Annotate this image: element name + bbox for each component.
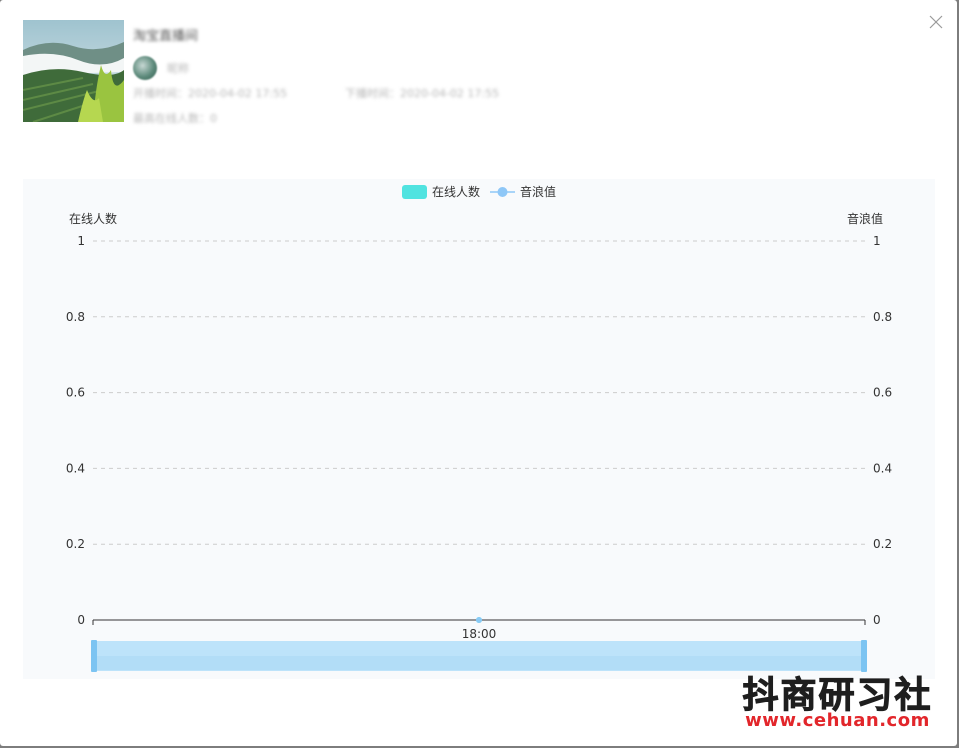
anchor-name: 昵称 bbox=[167, 62, 189, 75]
legend-swatch-online bbox=[402, 185, 427, 199]
legend-swatch-wave bbox=[497, 187, 508, 197]
y-axis-left-title: 在线人数 bbox=[69, 211, 117, 226]
y-left-tick-label: 1 bbox=[77, 234, 85, 248]
y-left-tick-label: 0.8 bbox=[66, 310, 85, 324]
live-chart-panel: 在线人数 音浪值 在线人数 音浪值 1 0.8 0.6 0.4 0.2 0 1 0.8 0.6 0.4 0.… bbox=[23, 179, 935, 679]
y-right-tick-label: 1 bbox=[873, 234, 881, 248]
close-button[interactable] bbox=[926, 12, 946, 32]
watermark: 抖商研习社 www.cehuan.com bbox=[735, 666, 940, 736]
start-time: 开播时间：2020-04-02 17:55 bbox=[133, 87, 288, 100]
legend-label-wave: 音浪值 bbox=[520, 184, 556, 199]
peak-online-count: 最高在线人数：0 bbox=[133, 112, 217, 125]
x-tick-label: 18:00 bbox=[462, 627, 497, 641]
close-icon bbox=[929, 15, 943, 29]
live-room-cover-image bbox=[23, 20, 124, 122]
zoom-handle-left bbox=[91, 640, 97, 672]
y-left-tick-label: 0.2 bbox=[66, 537, 85, 551]
watermark-url: www.cehuan.com bbox=[745, 710, 930, 731]
live-chart: 在线人数 音浪值在线人数 音浪值10.80.60.40.2010.80.60.40.… bbox=[66, 184, 892, 672]
y-left-tick-label: 0 bbox=[77, 613, 85, 627]
data-point-wave bbox=[476, 617, 482, 623]
y-right-tick-label: 0.6 bbox=[873, 386, 892, 400]
y-left-tick-label: 0.6 bbox=[66, 386, 85, 400]
y-right-tick-label: 0 bbox=[873, 613, 881, 627]
y-right-tick-label: 0.2 bbox=[873, 537, 892, 551]
y-left-tick-label: 0.4 bbox=[66, 461, 85, 475]
anchor-avatar bbox=[133, 56, 157, 80]
room-title: 淘宝直播间 bbox=[133, 29, 199, 44]
end-time: 下播时间：2020-04-02 17:55 bbox=[345, 87, 500, 100]
y-right-tick-label: 0.4 bbox=[873, 461, 892, 475]
live-data-dialog: 淘宝直播间 昵称 开播时间：2020-04-02 17:55 下播时间：2020… bbox=[0, 0, 957, 746]
y-right-tick-label: 0.8 bbox=[873, 310, 892, 324]
y-axis-right-title: 音浪值 bbox=[847, 211, 883, 226]
legend-label-online: 在线人数 bbox=[432, 184, 480, 199]
